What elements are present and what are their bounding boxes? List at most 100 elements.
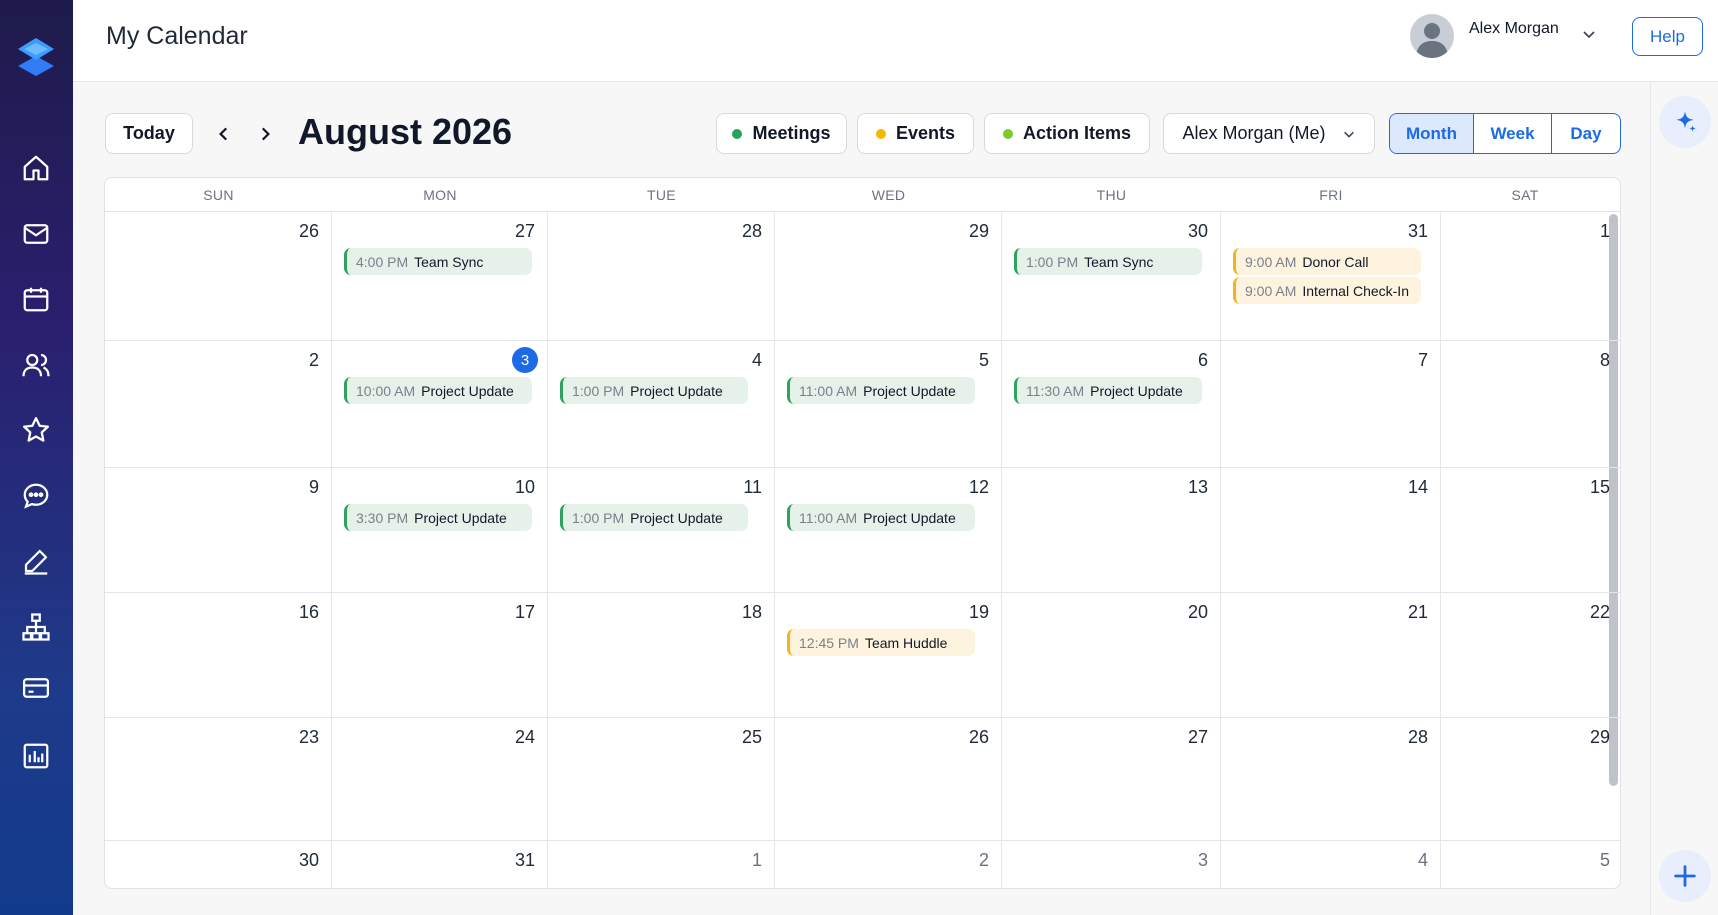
day-cell[interactable]: 19 12:45 PM Team Huddle: [775, 593, 1002, 718]
day-cell[interactable]: 24: [332, 718, 548, 841]
star-icon[interactable]: [16, 410, 56, 450]
event-chip[interactable]: 11:30 AM Project Update: [1014, 377, 1202, 404]
day-cell[interactable]: 7: [1221, 341, 1441, 468]
event-chip[interactable]: 4:00 PM Team Sync: [344, 248, 532, 275]
day-cell[interactable]: 4: [1221, 841, 1441, 888]
day-number[interactable]: 10: [515, 477, 535, 498]
day-number[interactable]: 24: [515, 727, 535, 748]
day-cell[interactable]: 3 10:00 AM Project Update: [332, 341, 548, 468]
day-number[interactable]: 18: [742, 602, 762, 623]
day-number[interactable]: 5: [979, 350, 989, 371]
chat-icon[interactable]: [16, 476, 56, 516]
event-chip[interactable]: 12:45 PM Team Huddle: [787, 629, 975, 656]
day-number[interactable]: 28: [742, 221, 762, 242]
day-cell[interactable]: 28: [548, 212, 775, 341]
day-cell[interactable]: 28: [1221, 718, 1441, 841]
event-chip[interactable]: 11:00 AM Project Update: [787, 377, 975, 404]
day-cell[interactable]: 3: [1002, 841, 1221, 888]
day-cell[interactable]: 15: [1441, 468, 1620, 593]
day-number[interactable]: 16: [299, 602, 319, 623]
org-chart-icon[interactable]: [16, 607, 56, 647]
day-number[interactable]: 12: [969, 477, 989, 498]
event-chip[interactable]: 9:00 AM Internal Check-In: [1233, 277, 1421, 304]
day-cell[interactable]: 25: [548, 718, 775, 841]
day-number[interactable]: 21: [1408, 602, 1428, 623]
calendar-icon[interactable]: [16, 279, 56, 319]
tab-day[interactable]: Day: [1552, 114, 1620, 153]
day-number[interactable]: 31: [515, 850, 535, 871]
day-cell[interactable]: 30 1:00 PM Team Sync: [1002, 212, 1221, 341]
day-number[interactable]: 11: [743, 477, 762, 498]
day-number[interactable]: 25: [742, 727, 762, 748]
event-chip[interactable]: 11:00 AM Project Update: [787, 504, 975, 531]
tab-month[interactable]: Month: [1390, 114, 1474, 153]
event-chip[interactable]: 9:00 AM Donor Call: [1233, 248, 1421, 275]
day-cell[interactable]: 11 1:00 PM Project Update: [548, 468, 775, 593]
person-select[interactable]: Alex Morgan (Me): [1163, 113, 1375, 154]
day-number[interactable]: 29: [969, 221, 989, 242]
day-number[interactable]: 29: [1590, 727, 1610, 748]
card-icon[interactable]: [16, 668, 56, 708]
day-number[interactable]: 27: [515, 221, 535, 242]
day-number[interactable]: 15: [1590, 477, 1610, 498]
day-number[interactable]: 30: [299, 850, 319, 871]
day-number[interactable]: 13: [1188, 477, 1208, 498]
tab-week[interactable]: Week: [1474, 114, 1552, 153]
day-number[interactable]: 28: [1408, 727, 1428, 748]
day-cell[interactable]: 2: [105, 341, 332, 468]
day-number[interactable]: 31: [1408, 221, 1428, 242]
day-number[interactable]: 19: [969, 602, 989, 623]
day-number[interactable]: 8: [1600, 350, 1610, 371]
day-number[interactable]: 14: [1408, 477, 1428, 498]
day-cell[interactable]: 4 1:00 PM Project Update: [548, 341, 775, 468]
day-cell[interactable]: 6 11:30 AM Project Update: [1002, 341, 1221, 468]
day-cell[interactable]: 1: [548, 841, 775, 888]
report-icon[interactable]: [16, 736, 56, 776]
day-number[interactable]: 5: [1600, 850, 1610, 871]
add-event-button[interactable]: [1659, 850, 1711, 902]
filter-events[interactable]: Events: [857, 113, 974, 154]
day-cell[interactable]: 22: [1441, 593, 1620, 718]
day-cell[interactable]: 13: [1002, 468, 1221, 593]
day-number[interactable]: 23: [299, 727, 319, 748]
day-cell[interactable]: 16: [105, 593, 332, 718]
event-chip[interactable]: 1:00 PM Team Sync: [1014, 248, 1202, 275]
day-number[interactable]: 9: [309, 477, 319, 498]
event-chip[interactable]: 10:00 AM Project Update: [344, 377, 532, 404]
app-logo-icon[interactable]: [14, 34, 58, 78]
day-number[interactable]: 4: [1418, 850, 1428, 871]
day-number[interactable]: 30: [1188, 221, 1208, 242]
day-cell[interactable]: 27: [1002, 718, 1221, 841]
prev-month-icon[interactable]: [211, 121, 237, 147]
day-cell[interactable]: 29: [1441, 718, 1620, 841]
day-number[interactable]: 2: [309, 350, 319, 371]
day-cell[interactable]: 5: [1441, 841, 1620, 888]
day-cell[interactable]: 18: [548, 593, 775, 718]
today-date-badge[interactable]: 3: [512, 347, 538, 373]
day-cell[interactable]: 31: [332, 841, 548, 888]
day-cell[interactable]: 14: [1221, 468, 1441, 593]
day-cell[interactable]: 20: [1002, 593, 1221, 718]
day-cell[interactable]: 26: [105, 212, 332, 341]
day-cell[interactable]: 30: [105, 841, 332, 888]
day-cell[interactable]: 8: [1441, 341, 1620, 468]
day-number[interactable]: 1: [1600, 221, 1610, 242]
ai-sparkle-button[interactable]: [1659, 96, 1711, 148]
day-number[interactable]: 4: [752, 350, 762, 371]
today-button[interactable]: Today: [105, 113, 193, 154]
day-number[interactable]: 22: [1590, 602, 1610, 623]
chevron-down-icon[interactable]: [1581, 26, 1597, 42]
filter-action-items[interactable]: Action Items: [984, 113, 1150, 154]
event-chip[interactable]: 1:00 PM Project Update: [560, 377, 748, 404]
event-chip[interactable]: 1:00 PM Project Update: [560, 504, 748, 531]
next-month-icon[interactable]: [252, 121, 278, 147]
day-number[interactable]: 1: [752, 850, 762, 871]
day-cell[interactable]: 2: [775, 841, 1002, 888]
day-cell[interactable]: 5 11:00 AM Project Update: [775, 341, 1002, 468]
day-number[interactable]: 17: [515, 602, 535, 623]
day-cell[interactable]: 27 4:00 PM Team Sync: [332, 212, 548, 341]
filter-meetings[interactable]: Meetings: [716, 113, 847, 154]
day-number[interactable]: 26: [299, 221, 319, 242]
day-cell[interactable]: 31 9:00 AM Donor Call 9:00 AM Internal Check…: [1221, 212, 1441, 341]
event-chip[interactable]: 3:30 PM Project Update: [344, 504, 532, 531]
